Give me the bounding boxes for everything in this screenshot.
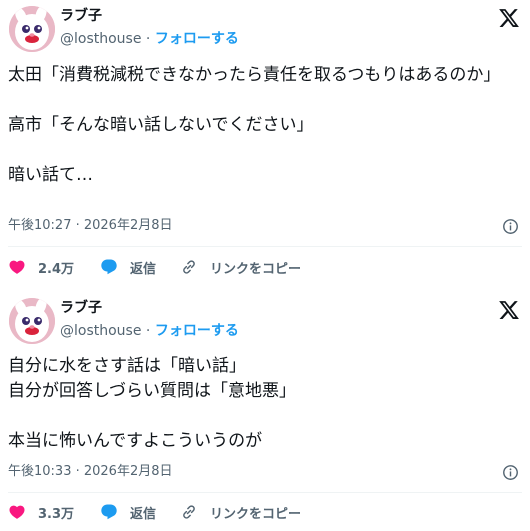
follow-button[interactable]: フォローする: [155, 323, 239, 339]
separator-dot: ·: [145, 323, 151, 339]
author-handle[interactable]: @losthouse: [60, 323, 141, 339]
copy-link-button[interactable]: リンクをコピー: [180, 257, 301, 277]
tweet-line: 暗い話て…: [8, 165, 93, 185]
tweet-line: 本当に怖いんですよこういうのが: [8, 431, 263, 451]
tweet-line: 高市「そんな暗い話しないでください」: [8, 115, 314, 135]
tweet-line: [8, 138, 522, 163]
like-button[interactable]: 2.4万: [8, 257, 100, 277]
copy-link-button[interactable]: リンクをコピー: [180, 502, 301, 522]
x-logo-icon[interactable]: [498, 299, 520, 321]
tweet-line: 自分に水をさす話は「暗い話」: [8, 356, 246, 376]
avatar[interactable]: [9, 298, 55, 344]
heart-icon: [9, 260, 25, 274]
follow-button[interactable]: フォローする: [155, 31, 239, 47]
reply-label: 返信: [130, 261, 157, 277]
action-bar: 3.3万 返信 リンクをコピー: [8, 502, 301, 522]
link-icon: [183, 505, 195, 519]
tweet-line: 自分が回答しづらい質問は「意地悪」: [8, 381, 296, 401]
author-name[interactable]: ラブ子: [60, 6, 102, 26]
x-logo-icon[interactable]: [498, 7, 520, 29]
avatar-image: [9, 298, 55, 344]
author-handle[interactable]: @losthouse: [60, 31, 141, 47]
tweet-text: 太田「消費税減税できなかったら責任を取るつもりはあるのか」 高市「そんな暗い話し…: [8, 63, 522, 188]
separator-dot: ·: [145, 31, 151, 47]
avatar[interactable]: [9, 6, 55, 52]
timestamp[interactable]: 午後10:33 · 2026年2月8日: [8, 463, 173, 481]
tweet-card: ラブ子 @losthouse · フォローする 太田「消費税減税できなかったら責…: [0, 0, 530, 282]
author-name[interactable]: ラブ子: [60, 298, 102, 318]
copy-link-label: リンクをコピー: [210, 506, 302, 522]
heart-icon: [9, 505, 25, 519]
action-bar: 2.4万 返信 リンクをコピー: [8, 257, 301, 277]
like-count: 3.3万: [38, 506, 75, 522]
divider: [8, 246, 522, 247]
tweet-line: [8, 88, 522, 113]
like-count: 2.4万: [38, 261, 75, 277]
like-button[interactable]: 3.3万: [8, 502, 100, 522]
reply-button[interactable]: 返信: [100, 502, 180, 522]
reply-bubble-icon: [101, 259, 117, 275]
handle-line: @losthouse · フォローする: [60, 29, 239, 49]
avatar-image: [9, 6, 55, 52]
tweet-card: ラブ子 @losthouse · フォローする 自分に水をさす話は「暗い話」 自…: [0, 292, 530, 531]
tweet-text: 自分に水をさす話は「暗い話」 自分が回答しづらい質問は「意地悪」 本当に怖いんで…: [8, 354, 522, 454]
info-icon[interactable]: [502, 218, 519, 235]
copy-link-label: リンクをコピー: [210, 261, 302, 277]
reply-bubble-icon: [101, 504, 117, 520]
tweet-line: [8, 404, 522, 429]
info-icon[interactable]: [502, 464, 519, 481]
link-icon: [183, 260, 195, 274]
tweet-line: 太田「消費税減税できなかったら責任を取るつもりはあるのか」: [8, 65, 501, 85]
reply-button[interactable]: 返信: [100, 257, 180, 277]
handle-line: @losthouse · フォローする: [60, 321, 239, 341]
timestamp[interactable]: 午後10:27 · 2026年2月8日: [8, 217, 173, 235]
reply-label: 返信: [130, 506, 157, 522]
divider: [8, 492, 522, 493]
